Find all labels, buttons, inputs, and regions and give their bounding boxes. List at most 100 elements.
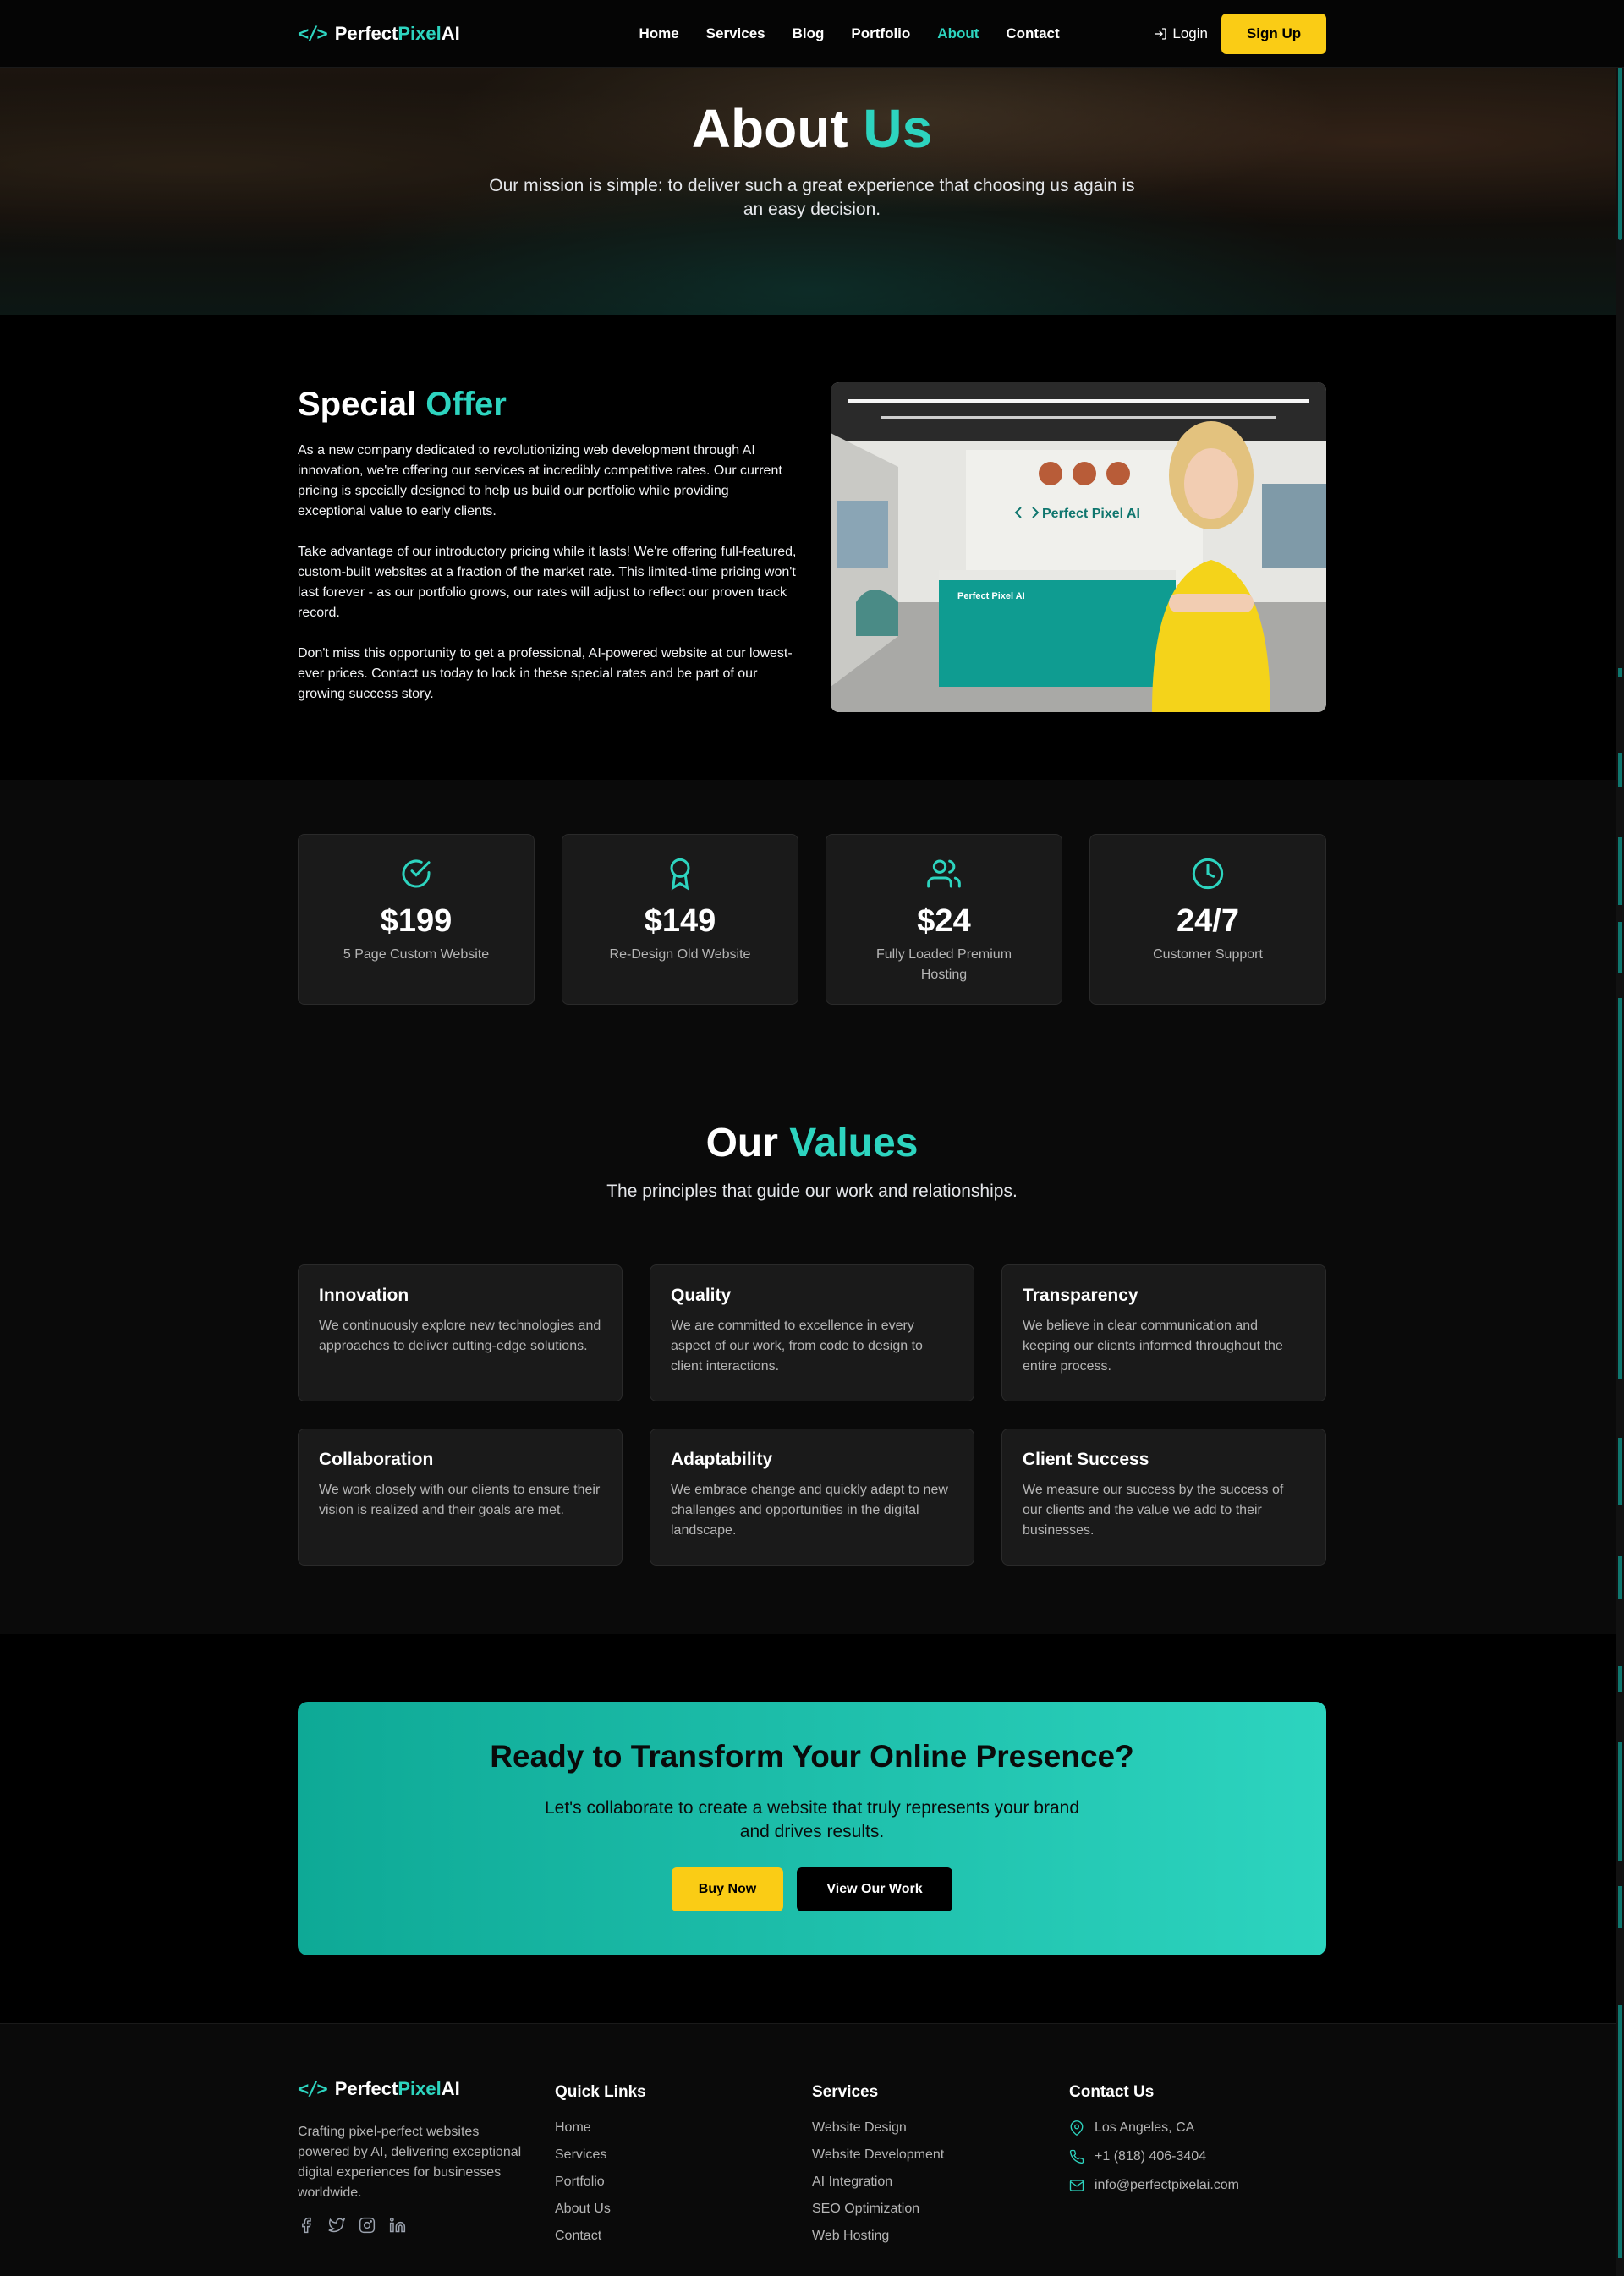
page-scrollbar[interactable]	[1616, 0, 1624, 2276]
instagram-icon[interactable]	[359, 2217, 377, 2235]
footer-logo[interactable]: </> PerfectPixelAI	[298, 2078, 555, 2100]
footer-link-contact[interactable]: Contact	[555, 2229, 812, 2244]
nav-link-blog[interactable]: Blog	[793, 25, 825, 42]
offer-paragraph: As a new company dedicated to revolution…	[298, 443, 782, 518]
map-pin-icon	[1070, 2120, 1084, 2136]
value-title: Transparency	[1023, 1286, 1138, 1305]
scroll-marker	[1618, 1742, 1622, 1861]
contact-location: Los Angeles, CA	[1069, 2120, 1326, 2136]
scroll-marker	[1618, 1438, 1622, 1505]
special-offer-section: Special Offer As a new company dedicated…	[0, 315, 1624, 780]
wall-sign-text: Perfect Pixel AI	[1042, 507, 1140, 521]
nav-link-portfolio[interactable]: Portfolio	[851, 25, 910, 42]
cta-banner: Ready to Transform Your Online Presence?…	[298, 1702, 1326, 1955]
about-hero: About Us Our mission is simple: to deliv…	[0, 68, 1624, 315]
scroll-marker	[1618, 668, 1622, 677]
value-card: Quality We are committed to excellence i…	[650, 1264, 974, 1401]
nav-link-home[interactable]: Home	[639, 25, 678, 42]
cta-title: Ready to Transform Your Online Presence?	[490, 1739, 1134, 1774]
value-text: We believe in clear communication and ke…	[1023, 1319, 1283, 1374]
contact-title: Contact Us	[1069, 2083, 1155, 2101]
stat-label: Re-Design Old Website	[609, 947, 751, 962]
stat-card: $199 5 Page Custom Website	[298, 834, 535, 1005]
value-card: Collaboration We work closely with our c…	[298, 1429, 623, 1566]
value-card: Innovation We continuously explore new t…	[298, 1264, 623, 1401]
values-subtitle: The principles that guide our work and r…	[606, 1182, 1018, 1201]
values-title: Our Values	[705, 1121, 919, 1165]
view-our-work-button[interactable]: View Our Work	[797, 1867, 952, 1911]
offer-paragraph: Take advantage of our introductory prici…	[298, 545, 797, 620]
brand-name: PerfectPixelAI	[334, 23, 460, 44]
footer-service-link[interactable]: Website Development	[812, 2147, 1069, 2163]
award-icon	[670, 858, 690, 891]
special-offer-title: Special Offer	[298, 386, 507, 423]
code-brackets-icon: </>	[298, 23, 328, 45]
main-nav: Home Services Blog Portfolio About Conta…	[639, 25, 1059, 42]
facebook-icon[interactable]	[298, 2217, 316, 2235]
stat-card: 24/7 Customer Support	[1089, 834, 1326, 1005]
footer-service-link[interactable]: AI Integration	[812, 2175, 1069, 2190]
scroll-marker	[1618, 1666, 1622, 1692]
linkedin-icon[interactable]	[389, 2217, 408, 2235]
nav-link-contact[interactable]: Contact	[1006, 25, 1059, 42]
brand-logo[interactable]: </> PerfectPixelAI	[298, 23, 460, 45]
value-text: We work closely with our clients to ensu…	[319, 1483, 601, 1517]
footer-link-portfolio[interactable]: Portfolio	[555, 2175, 812, 2190]
value-text: We continuously explore new technologies…	[319, 1319, 601, 1353]
twitter-icon[interactable]	[328, 2217, 347, 2235]
footer-service-link[interactable]: Web Hosting	[812, 2229, 1069, 2244]
scroll-marker	[1618, 2005, 1622, 2258]
scroll-marker	[1618, 998, 1622, 1379]
value-card: Transparency We believe in clear communi…	[1001, 1264, 1326, 1401]
stat-value: 24/7	[1177, 903, 1239, 939]
hero-subtitle: Our mission is simple: to deliver such a…	[489, 176, 1135, 220]
offer-paragraph: Don't miss this opportunity to get a pro…	[298, 646, 793, 701]
scroll-marker	[1618, 1886, 1622, 1928]
sign-up-button[interactable]: Sign Up	[1221, 14, 1326, 54]
value-title: Collaboration	[319, 1450, 434, 1469]
users-icon	[927, 859, 961, 888]
stat-value: $149	[644, 903, 716, 939]
footer-link-home[interactable]: Home	[555, 2120, 812, 2136]
nav-link-about[interactable]: About	[937, 25, 979, 42]
stat-label: Fully Loaded Premium Hosting	[875, 947, 1012, 982]
stats-values-section: $199 5 Page Custom Website $149 Re-Desig…	[0, 780, 1624, 1634]
value-title: Client Success	[1023, 1450, 1149, 1469]
top-navbar: </> PerfectPixelAI Home Services Blog Po…	[0, 0, 1624, 68]
contact-email[interactable]: info@perfectpixelai.com	[1069, 2178, 1326, 2193]
stat-value: $199	[380, 903, 453, 939]
login-label: Login	[1172, 25, 1208, 41]
value-text: We embrace change and quickly adapt to n…	[671, 1483, 948, 1538]
check-circle-icon	[402, 859, 431, 888]
footer-service-link[interactable]: Website Design	[812, 2120, 1069, 2136]
value-text: We measure our success by the success of…	[1023, 1483, 1284, 1538]
site-footer: </> PerfectPixelAI Crafting pixel-perfec…	[0, 2023, 1624, 2276]
clock-icon	[1192, 858, 1224, 890]
code-brackets-icon: </>	[298, 2078, 328, 2100]
login-button[interactable]: Login	[1154, 25, 1208, 42]
nav-link-services[interactable]: Services	[706, 25, 765, 42]
cta-section: Ready to Transform Your Online Presence?…	[0, 1634, 1624, 2023]
stat-label: 5 Page Custom Website	[343, 947, 490, 962]
contact-phone[interactable]: +1 (818) 406-3404	[1069, 2149, 1326, 2164]
brand-name: PerfectPixelAI	[334, 2078, 460, 2099]
footer-link-services[interactable]: Services	[555, 2147, 812, 2163]
stat-card: $149 Re-Design Old Website	[562, 834, 798, 1005]
cta-subtitle: Let's collaborate to create a website th…	[544, 1798, 1080, 1841]
desk-sign-text: Perfect Pixel AI	[957, 591, 1025, 601]
page-title: About Us	[691, 98, 933, 159]
footer-link-about[interactable]: About Us	[555, 2202, 812, 2217]
scroll-marker	[1618, 837, 1622, 905]
phone-icon	[1069, 2149, 1084, 2164]
scroll-marker	[1618, 753, 1622, 787]
pricing-stats: $199 5 Page Custom Website $149 Re-Desig…	[298, 834, 1326, 1005]
social-links	[298, 2217, 555, 2235]
stat-card: $24 Fully Loaded Premium Hosting	[826, 834, 1062, 1005]
buy-now-button[interactable]: Buy Now	[672, 1867, 783, 1911]
value-card: Client Success We measure our success by…	[1001, 1429, 1326, 1566]
stat-value: $24	[917, 903, 971, 939]
footer-service-link[interactable]: SEO Optimization	[812, 2202, 1069, 2217]
value-title: Innovation	[319, 1286, 409, 1305]
value-card: Adaptability We embrace change and quick…	[650, 1429, 974, 1566]
footer-description: Crafting pixel-perfect websites powered …	[298, 2125, 522, 2200]
